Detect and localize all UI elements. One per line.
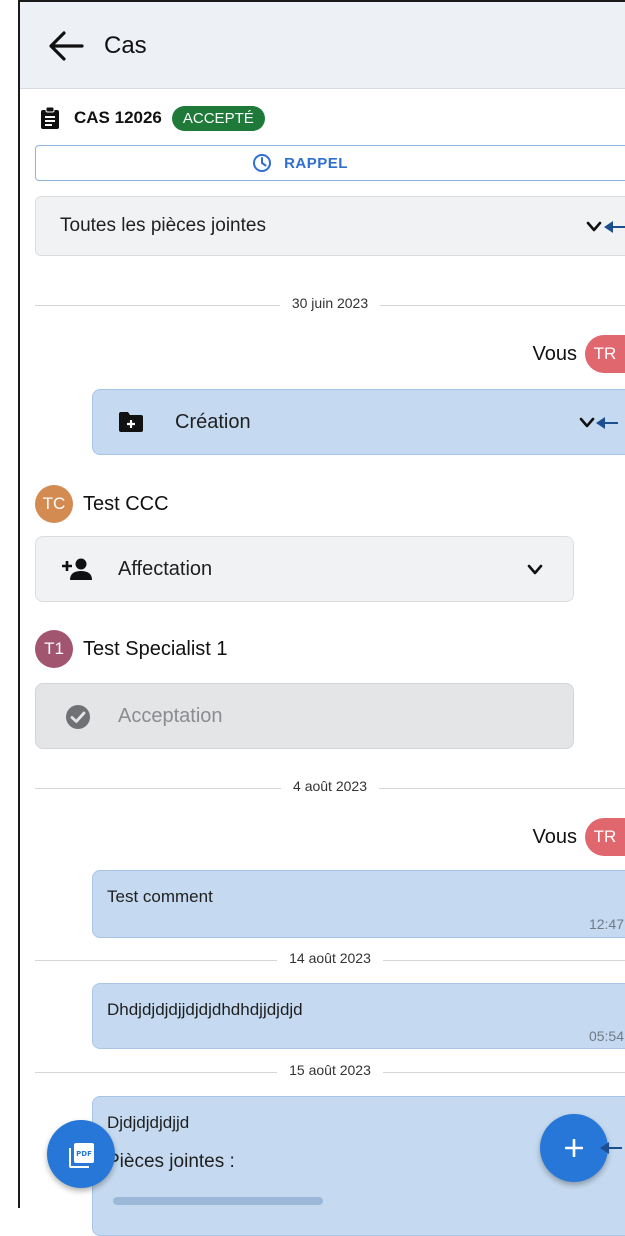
attachments-filter-select[interactable]: Toutes les pièces jointes — [35, 196, 625, 256]
date-label: 4 août 2023 — [281, 778, 379, 794]
status-badge: ACCEPTÉ — [171, 105, 265, 131]
author-name: Vous — [532, 342, 577, 365]
creation-label: Création — [175, 411, 251, 433]
date-separator: 15 août 2023 — [35, 1062, 625, 1082]
pdf-attachments-button[interactable]: PDF — [47, 1120, 115, 1188]
author-you: Vous TR — [533, 334, 625, 374]
date-label: 30 juin 2023 — [279, 295, 381, 311]
chevron-down-icon — [579, 417, 595, 428]
message-text: Test comment — [107, 887, 213, 906]
person-add-icon — [62, 558, 92, 580]
message-bubble[interactable]: Dhdjdjdjdjjdjdjdhdhdjjdjdjd 05:54 — [92, 983, 625, 1049]
avatar: TR — [585, 335, 625, 373]
date-label: 15 août 2023 — [277, 1062, 383, 1078]
case-number: CAS 12026 — [74, 108, 162, 127]
plus-icon — [565, 1139, 583, 1157]
avatar: TC — [35, 485, 73, 523]
screenshot-border-left — [18, 0, 20, 1208]
message-text: Djdjdjdjdjjd — [107, 1113, 190, 1132]
arrow-left-pointer-icon — [596, 417, 618, 429]
folder-plus-icon — [119, 412, 143, 432]
author-name: Test CCC — [83, 492, 169, 515]
case-header: CAS 12026 ACCEPTÉ — [40, 104, 265, 132]
arrow-left-pointer-icon — [600, 1142, 622, 1154]
avatar: TR — [585, 818, 625, 856]
assignment-event[interactable]: Affectation — [35, 536, 574, 602]
filter-selected-value: Toutes les pièces jointes — [60, 215, 266, 236]
avatar: T1 — [35, 630, 73, 668]
chevron-down-icon — [527, 564, 543, 575]
pdf-icon: PDF — [69, 1143, 94, 1168]
message-bubble[interactable]: Test comment 12:47 — [92, 870, 625, 938]
author-name: Test Specialist 1 — [83, 637, 228, 660]
author-name: Vous — [532, 825, 577, 848]
message-time: 12:47 — [588, 916, 624, 932]
attachments-heading: Pièces jointes : — [107, 1151, 235, 1172]
acceptance-label: Acceptation — [118, 705, 223, 727]
creation-event[interactable]: Création — [92, 389, 625, 455]
reminder-label: RAPPEL — [284, 154, 348, 172]
message-time: 05:54 — [588, 1028, 624, 1044]
assignment-label: Affectation — [118, 558, 213, 580]
date-label: 14 août 2023 — [277, 950, 383, 966]
add-button[interactable] — [540, 1114, 622, 1182]
arrow-left-icon[interactable] — [48, 30, 84, 62]
check-circle-icon — [66, 705, 90, 729]
reminder-button[interactable]: RAPPEL — [35, 145, 625, 181]
date-separator: 14 août 2023 — [35, 950, 625, 970]
acceptance-event: Acceptation — [35, 683, 574, 749]
app-bar: Cas — [20, 2, 625, 89]
date-separator: 4 août 2023 — [35, 778, 625, 798]
page-title: Cas — [104, 32, 147, 59]
clipboard-icon — [41, 107, 59, 129]
clock-icon — [253, 154, 272, 172]
chevron-down-icon — [586, 221, 602, 232]
date-separator: 30 juin 2023 — [35, 295, 625, 315]
arrow-left-pointer-icon — [604, 221, 625, 233]
author-test-specialist: T1 Test Specialist 1 — [35, 630, 228, 668]
author-test-ccc: TC Test CCC — [35, 485, 169, 523]
message-text: Dhdjdjdjdjjdjdjdhdhdjjdjdjd — [107, 1000, 303, 1019]
attachment-filename[interactable] — [113, 1197, 323, 1205]
svg-text:PDF: PDF — [76, 1150, 92, 1158]
author-you: Vous TR — [533, 817, 625, 857]
